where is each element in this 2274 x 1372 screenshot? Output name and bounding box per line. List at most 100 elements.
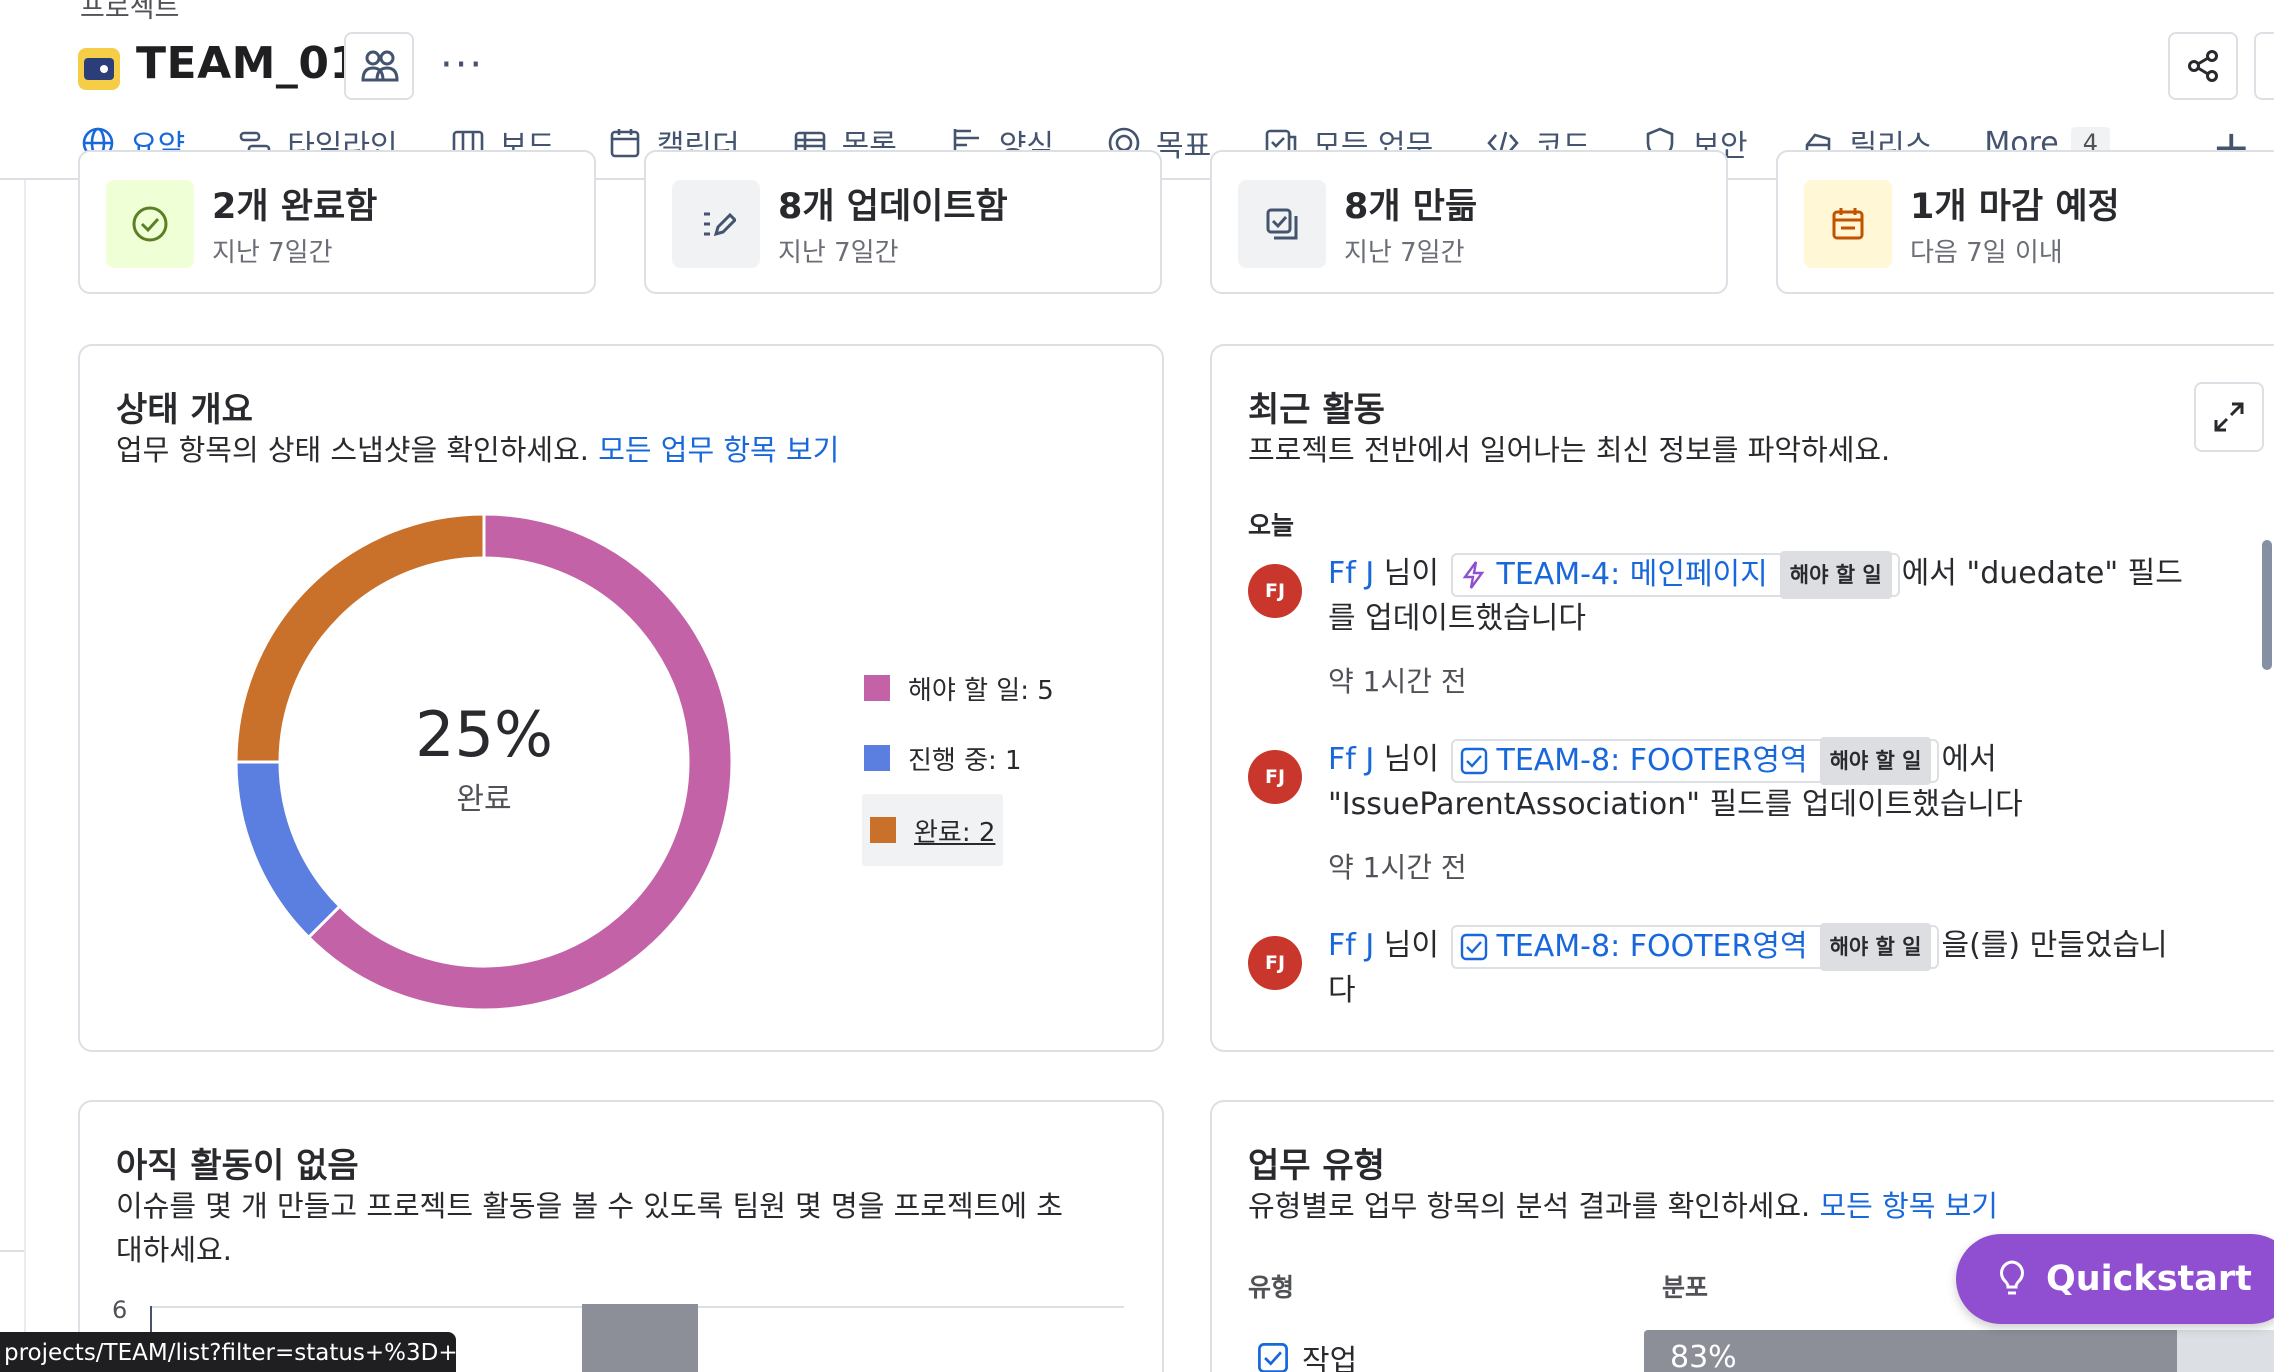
work-item-chip[interactable]: TEAM-8: FOOTER영역 해야 할 일 bbox=[1450, 736, 1940, 785]
share-icon bbox=[2188, 50, 2218, 82]
header-extra-button[interactable] bbox=[2254, 32, 2274, 100]
work-item-chip[interactable]: TEAM-8: FOOTER영역 해야 할 일 bbox=[1450, 922, 1940, 971]
donut-center-percent: 25% bbox=[415, 698, 553, 771]
work-item-key: TEAM-8: FOOTER영역 bbox=[1496, 742, 1808, 778]
work-type-row[interactable]: 작업 bbox=[1256, 1336, 1357, 1372]
stat-card-due-soon[interactable]: 1개 마감 예정 다음 7일 이내 bbox=[1776, 150, 2274, 294]
panel-description-text: 유형별로 업무 항목의 분석 결과를 확인하세요. bbox=[1248, 1189, 1811, 1223]
task-check-icon bbox=[1460, 933, 1487, 960]
stat-subtitle: 다음 7일 이내 bbox=[1910, 238, 2063, 268]
panel-title: 상태 개요 bbox=[116, 390, 253, 430]
work-item-key: TEAM-8: FOOTER영역 bbox=[1496, 928, 1808, 964]
stat-subtitle: 지난 7일간 bbox=[212, 238, 333, 268]
legend-item-done[interactable]: 완료: 2 bbox=[862, 794, 1004, 866]
work-item-chip[interactable]: TEAM-4: 메인페이지 해야 할 일 bbox=[1450, 550, 1900, 599]
activity-scrollbar[interactable] bbox=[2262, 540, 2272, 670]
stat-subtitle: 지난 7일간 bbox=[778, 238, 899, 268]
stat-title: 8개 만듦 bbox=[1344, 187, 1478, 227]
status-lozenge: 해야 할 일 bbox=[1819, 736, 1932, 785]
panel-description: 프로젝트 전반에서 일어나는 최신 정보를 파악하세요. bbox=[1248, 433, 1891, 467]
legend-item-in-progress[interactable]: 진행 중: 1 bbox=[864, 728, 1022, 788]
column-header-type: 유형 bbox=[1248, 1273, 1295, 1302]
recent-activity-panel: 최근 활동 프로젝트 전반에서 일어나는 최신 정보를 파악하세요. 오늘 FJ… bbox=[1210, 344, 2274, 1052]
lightbulb-icon bbox=[2000, 1260, 2024, 1295]
stat-title: 1개 마감 예정 bbox=[1910, 187, 2120, 227]
activity-rest: 을(를) 만들었습니 bbox=[1941, 928, 2168, 963]
chart-bar bbox=[582, 1304, 698, 1372]
activity-rest-line2: "IssueParentAssociation" 필드를 업데이트했습니다 bbox=[1328, 786, 2023, 822]
panel-description-text: 업무 항목의 상태 스냅샷을 확인하세요. bbox=[116, 433, 589, 467]
lightning-icon bbox=[1462, 560, 1484, 589]
activity-verb: 님이 bbox=[1383, 928, 1439, 963]
create-icon bbox=[1238, 180, 1326, 268]
tab-label: 목표 bbox=[1156, 129, 1212, 164]
people-icon bbox=[361, 50, 399, 82]
panel-description: 유형별로 업무 항목의 분석 결과를 확인하세요. 모든 항목 보기 bbox=[1248, 1184, 1998, 1228]
status-overview-panel: 상태 개요 업무 항목의 상태 스냅샷을 확인하세요. 모든 업무 항목 보기 … bbox=[78, 344, 1164, 1052]
legend-label: 완료: 2 bbox=[914, 817, 996, 848]
panel-title: 아직 활동이 없음 bbox=[116, 1146, 359, 1186]
activity-verb: 님이 bbox=[1383, 742, 1439, 777]
legend-item-todo[interactable]: 해야 할 일: 5 bbox=[864, 658, 1054, 718]
activity-user-link[interactable]: Ff J bbox=[1328, 928, 1374, 963]
quickstart-label: Quickstart bbox=[2046, 1259, 2252, 1299]
stat-subtitle: 지난 7일간 bbox=[1344, 238, 1465, 268]
stat-title: 2개 완료함 bbox=[212, 187, 378, 227]
avatar[interactable]: FJ bbox=[1248, 564, 1302, 618]
activity-text: Ff J 님이 TEAM-4: 메인페이지 해야 할 일 에서 "duedate… bbox=[1328, 550, 2228, 641]
check-circle-icon bbox=[106, 180, 194, 268]
avatar[interactable]: FJ bbox=[1248, 936, 1302, 990]
expand-icon bbox=[2214, 402, 2244, 432]
calendar-due-icon bbox=[1804, 180, 1892, 268]
axis-tick-label: 6 bbox=[112, 1296, 128, 1324]
more-actions-button[interactable]: ··· bbox=[440, 42, 484, 88]
distribution-percent: 83% bbox=[1670, 1340, 1737, 1372]
status-lozenge: 해야 할 일 bbox=[1779, 550, 1892, 599]
link-preview-statusbar: projects/TEAM/list?filter=status+%3D+... bbox=[0, 1332, 456, 1372]
stat-title: 8개 업데이트함 bbox=[778, 187, 1008, 227]
sidebar-divider bbox=[0, 1250, 24, 1252]
donut-center-label: 완료 bbox=[456, 782, 512, 817]
activity-user-link[interactable]: Ff J bbox=[1328, 742, 1374, 777]
stat-card-completed[interactable]: 2개 완료함 지난 7일간 bbox=[78, 150, 596, 294]
view-all-work-items-link[interactable]: 모든 업무 항목 보기 bbox=[598, 433, 839, 467]
task-check-icon bbox=[1460, 747, 1487, 774]
activity-user-link[interactable]: Ff J bbox=[1328, 556, 1374, 591]
share-button[interactable] bbox=[2168, 32, 2238, 100]
stat-card-updated[interactable]: 8개 업데이트함 지난 7일간 bbox=[644, 150, 1162, 294]
calendar-icon bbox=[607, 125, 643, 161]
legend-swatch bbox=[864, 745, 890, 771]
project-avatar-icon bbox=[78, 48, 120, 90]
team-button[interactable] bbox=[344, 32, 414, 100]
activity-rest-line2: 를 업데이트했습니다 bbox=[1328, 600, 1586, 636]
activity-text: Ff J 님이 TEAM-8: FOOTER영역 해야 할 일 에서 "Issu… bbox=[1328, 736, 2228, 827]
activity-rest: 에서 bbox=[1941, 742, 1997, 777]
view-all-items-link[interactable]: 모든 항목 보기 bbox=[1819, 1189, 1998, 1223]
project-title: TEAM_01 bbox=[136, 38, 361, 89]
legend-label: 해야 할 일: 5 bbox=[908, 675, 1054, 706]
task-check-icon bbox=[1258, 1343, 1288, 1372]
panel-description-line2: 대하세요. bbox=[116, 1233, 232, 1267]
expand-button[interactable] bbox=[2194, 382, 2264, 452]
activity-time: 약 1시간 전 bbox=[1328, 665, 1467, 698]
activity-rest: 에서 "duedate" 필드 bbox=[1901, 556, 2183, 591]
panel-description: 이슈를 몇 개 만들고 프로젝트 활동을 볼 수 있도록 팀원 몇 명을 프로젝… bbox=[116, 1184, 1063, 1272]
work-type-label: 작업 bbox=[1302, 1344, 1358, 1372]
panel-title: 업무 유형 bbox=[1248, 1146, 1385, 1186]
distribution-bar[interactable]: 83% bbox=[1644, 1330, 2274, 1372]
work-item-key: TEAM-4: 메인페이지 bbox=[1496, 556, 1768, 592]
legend-swatch bbox=[864, 675, 890, 701]
panel-description: 업무 항목의 상태 스냅샷을 확인하세요. 모든 업무 항목 보기 bbox=[116, 428, 839, 472]
quickstart-button[interactable]: Quickstart bbox=[1956, 1234, 2274, 1324]
activity-rest-line2: 다 bbox=[1328, 972, 1356, 1008]
avatar[interactable]: FJ bbox=[1248, 750, 1302, 804]
date-group-label: 오늘 bbox=[1248, 511, 1295, 540]
legend-swatch bbox=[870, 817, 896, 843]
edit-icon bbox=[672, 180, 760, 268]
panel-title: 최근 활동 bbox=[1248, 390, 1385, 430]
breadcrumb[interactable]: 프로젝트 bbox=[80, 0, 179, 25]
stat-card-created[interactable]: 8개 만듦 지난 7일간 bbox=[1210, 150, 1728, 294]
status-lozenge: 해야 할 일 bbox=[1819, 922, 1932, 971]
panel-description-line1: 이슈를 몇 개 만들고 프로젝트 활동을 볼 수 있도록 팀원 몇 명을 프로젝… bbox=[116, 1189, 1063, 1223]
column-header-distribution: 분포 bbox=[1662, 1273, 1709, 1302]
